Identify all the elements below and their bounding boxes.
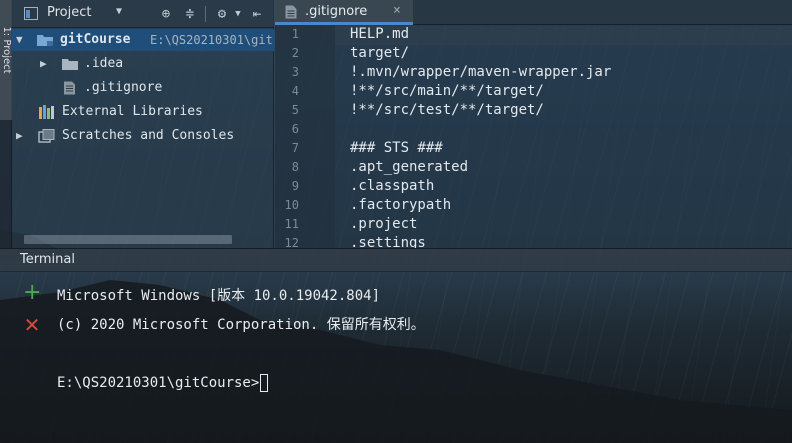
line-number: 4: [291, 84, 299, 98]
line-number: 6: [291, 122, 299, 136]
project-panel-header: Project ▼ ⊕ ≑ ⚙ ▼ ⇤: [12, 0, 274, 28]
tree-item-label: Scratches and Consoles: [62, 128, 235, 143]
terminal-title[interactable]: Terminal: [20, 252, 75, 267]
tree-item-scratches[interactable]: ▶ Scratches and Consoles: [12, 125, 274, 147]
terminal-prompt-line: E:\QS20210301\gitCourse>: [57, 373, 269, 393]
text-file-icon: [285, 5, 297, 19]
chevron-down-icon[interactable]: ▼: [116, 6, 122, 17]
line-number: 5: [291, 103, 299, 117]
tree-item-gitcourse[interactable]: ▼ gitCourse E:\QS20210301\git: [12, 29, 274, 51]
tree-item-idea[interactable]: ▶ .idea: [12, 53, 274, 75]
settings-caret-icon[interactable]: ▼: [229, 5, 247, 23]
project-folder-icon: [24, 7, 38, 20]
tree-item-path: E:\QS20210301\git: [150, 33, 273, 47]
text-file-icon: [64, 81, 75, 95]
libraries-icon: [39, 105, 54, 119]
collapse-all-icon[interactable]: ≑: [181, 5, 199, 23]
editor-pane: .gitignore × 1 2 3 4 5 6 7 8 9 10 11 12 …: [275, 0, 792, 248]
project-panel: Project ▼ ⊕ ≑ ⚙ ▼ ⇤ ▼ gitCourse E:\QS202…: [12, 0, 274, 248]
line-number: 2: [291, 46, 299, 60]
project-view-title[interactable]: Project: [47, 5, 91, 20]
tree-item-label: .gitignore: [84, 80, 163, 95]
close-terminal-icon[interactable]: ✕: [23, 315, 41, 335]
line-number: 9: [291, 179, 299, 193]
code-line: .classpath: [350, 178, 435, 194]
tab-gitignore[interactable]: .gitignore ×: [275, 0, 413, 25]
line-number: 11: [284, 217, 299, 231]
header-divider: [205, 6, 206, 22]
terminal-header: Terminal: [0, 248, 792, 272]
line-number: 7: [291, 141, 299, 155]
code-line: .settings: [350, 235, 426, 248]
code-line: .factorypath: [350, 197, 452, 213]
tree-item-label: .idea: [84, 56, 124, 71]
code-line: .apt_generated: [350, 159, 469, 175]
code-line: target/: [350, 45, 410, 61]
code-line: ### STS ###: [350, 140, 443, 156]
project-tool-label: 1: Project: [1, 26, 12, 74]
line-number: 10: [284, 198, 299, 212]
add-terminal-icon[interactable]: +: [23, 282, 41, 304]
code-line: .project: [350, 216, 418, 232]
tool-window-stripe: 1: Project: [0, 0, 12, 250]
line-number: 12: [284, 236, 299, 248]
module-folder-icon: [37, 35, 53, 46]
code-line: !**/src/test/**/target/: [350, 102, 544, 118]
code-line: !**/src/main/**/target/: [350, 83, 544, 99]
scratches-icon: [38, 129, 55, 143]
line-number: 1: [291, 27, 299, 41]
tree-item-external-libraries[interactable]: External Libraries: [12, 101, 274, 123]
line-number: 8: [291, 160, 299, 174]
locate-icon[interactable]: ⊕: [157, 5, 175, 23]
tree-item-label: External Libraries: [62, 104, 203, 119]
terminal-cursor[interactable]: [260, 374, 269, 392]
code-line: HELP.md: [350, 26, 410, 42]
tab-label: .gitignore: [305, 4, 368, 19]
terminal-line: Microsoft Windows [版本 10.0.19042.804]: [57, 288, 381, 304]
code-line: !.mvn/wrapper/maven-wrapper.jar: [350, 64, 612, 80]
code-area[interactable]: HELP.md target/ !.mvn/wrapper/maven-wrap…: [350, 25, 790, 248]
terminal-line: (c) 2020 Microsoft Corporation. 保留所有权利。: [57, 317, 425, 333]
editor-tab-bar: .gitignore ×: [275, 0, 792, 25]
horizontal-scrollbar[interactable]: [24, 235, 232, 244]
chevron-down-icon[interactable]: ▼: [16, 29, 28, 51]
chevron-right-icon[interactable]: ▶: [16, 125, 28, 147]
project-tool-tab[interactable]: 1: Project: [0, 0, 12, 120]
close-icon[interactable]: ×: [393, 3, 401, 18]
chevron-right-icon[interactable]: ▶: [40, 53, 52, 75]
tree-item-gitignore[interactable]: .gitignore: [12, 77, 274, 99]
tree-item-label: gitCourse: [60, 32, 131, 47]
terminal-prompt: E:\QS20210301\gitCourse>: [57, 375, 260, 391]
line-number: 3: [291, 65, 299, 79]
hide-panel-icon[interactable]: ⇤: [248, 5, 266, 23]
folder-icon: [62, 59, 78, 70]
